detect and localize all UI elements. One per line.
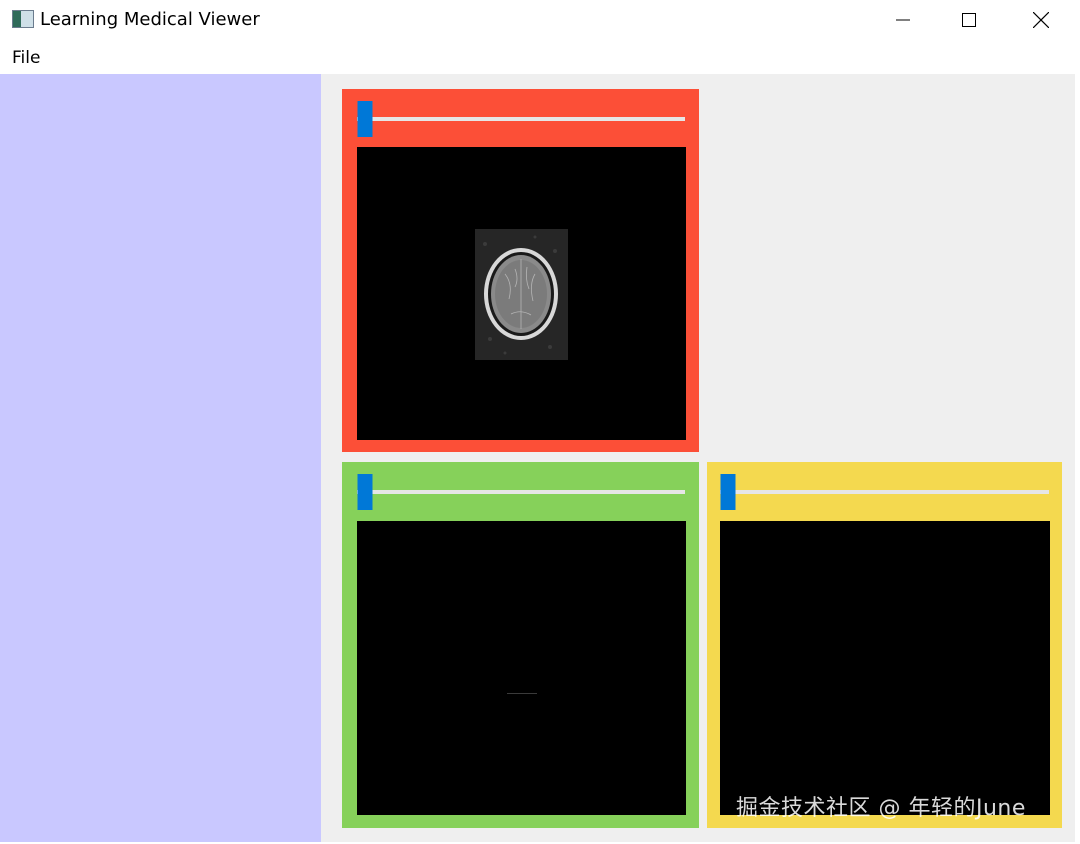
minimize-icon [896,19,910,21]
main-area [0,74,1075,842]
image-view-green[interactable] [357,521,686,815]
slider-track [357,117,685,121]
title-bar: Learning Medical Viewer [0,0,1080,40]
maximize-button[interactable] [934,0,1004,40]
mri-slice-image [475,229,568,360]
image-view-red[interactable] [357,147,686,440]
viewer-panel-red [342,89,699,452]
sidebar [0,74,321,842]
image-view-yellow[interactable] [720,521,1050,815]
close-icon [1033,12,1049,28]
faint-slice-line [507,693,537,694]
slider-track [357,490,685,494]
slice-slider-yellow[interactable] [720,474,1049,510]
window-title: Learning Medical Viewer [40,9,260,30]
slider-handle[interactable] [357,474,372,510]
slice-slider-red[interactable] [357,101,685,137]
watermark: 掘金技术社区 @ 年轻的June [736,796,1026,821]
close-button[interactable] [1006,0,1076,40]
minimize-button[interactable] [868,0,938,40]
viewer-panel-green [342,462,699,828]
slider-track [720,490,1049,494]
viewer-panel-yellow [707,462,1062,828]
maximize-icon [962,13,976,27]
slider-handle[interactable] [720,474,735,510]
app-icon [12,10,34,28]
menu-bar: File [0,40,1080,74]
slice-slider-green[interactable] [357,474,685,510]
slider-handle[interactable] [357,101,372,137]
menu-file[interactable]: File [12,48,40,68]
